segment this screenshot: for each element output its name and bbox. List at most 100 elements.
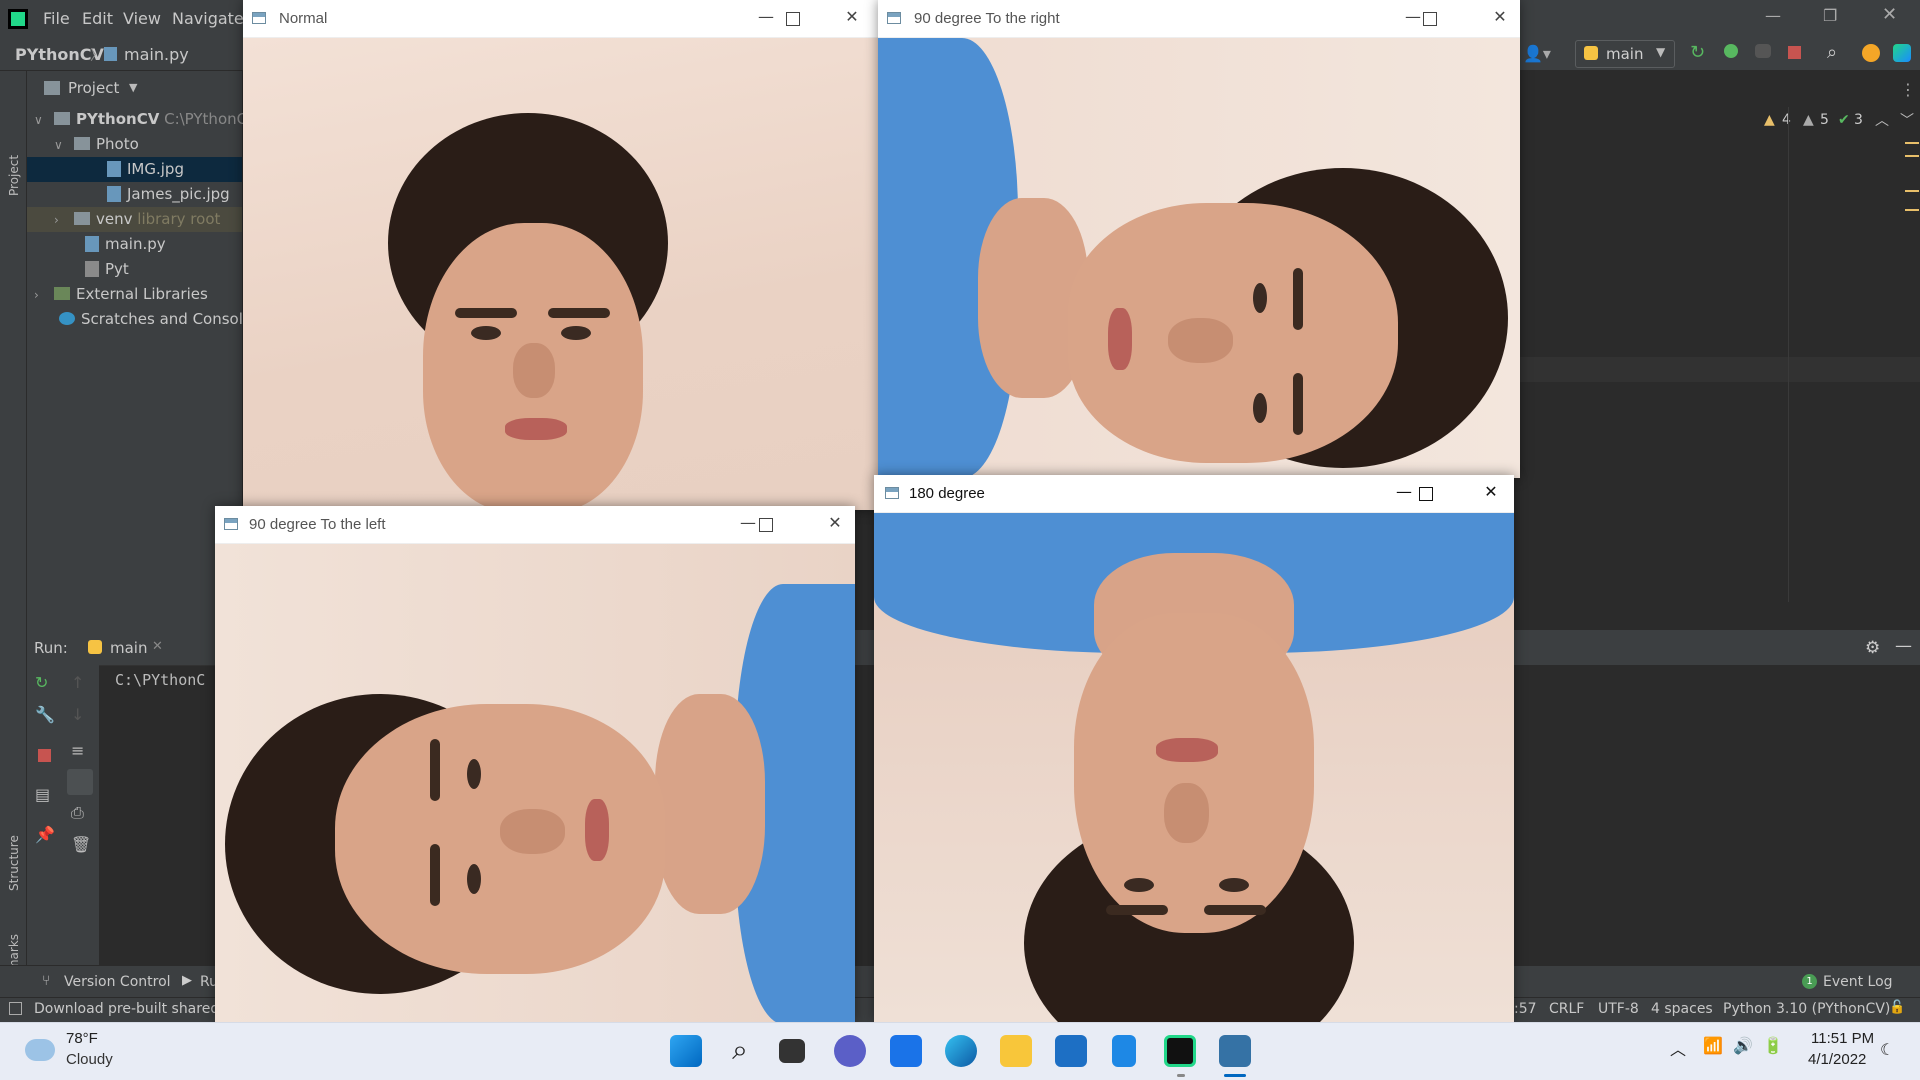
- caret-position[interactable]: :57: [1514, 1001, 1537, 1017]
- ok-count[interactable]: 3: [1854, 112, 1863, 128]
- minimize-button[interactable]: —: [734, 513, 762, 537]
- python-interpreter[interactable]: Python 3.10 (PYthonCV): [1723, 1001, 1890, 1017]
- event-log-tab[interactable]: Event Log: [1823, 974, 1893, 990]
- rerun-icon[interactable]: ↻: [35, 673, 48, 692]
- stop-icon[interactable]: [38, 749, 51, 762]
- wifi-icon[interactable]: 📶: [1703, 1036, 1723, 1056]
- menu-edit[interactable]: Edit: [82, 9, 113, 28]
- arrow-down-icon[interactable]: ↓: [71, 705, 84, 724]
- status-message[interactable]: Download pre-built shared: [34, 1001, 219, 1017]
- tree-item-pyt[interactable]: Pyt: [85, 260, 129, 278]
- structure-tool-tab[interactable]: Structure: [7, 835, 21, 891]
- update-icon[interactable]: [1862, 44, 1880, 62]
- weather-description[interactable]: Cloudy: [66, 1051, 113, 1068]
- clock-date[interactable]: 4/1/2022: [1808, 1051, 1866, 1068]
- gear-icon[interactable]: ⚙: [1865, 638, 1880, 658]
- window-titlebar[interactable]: Normal — ✕: [243, 0, 878, 38]
- window-titlebar[interactable]: 180 degree — ✕: [874, 475, 1514, 513]
- menu-navigate[interactable]: Navigate: [172, 9, 244, 28]
- chevron-up-icon[interactable]: ︿: [1875, 110, 1889, 130]
- window-normal[interactable]: Normal — ✕: [243, 0, 878, 510]
- pin-icon[interactable]: 📌: [35, 825, 55, 844]
- window-rotate-180[interactable]: 180 degree — ✕: [874, 475, 1514, 1022]
- volume-icon[interactable]: 🔊: [1733, 1036, 1753, 1056]
- window-close-button[interactable]: ✕: [1882, 4, 1897, 25]
- tree-item-james-pic[interactable]: James_pic.jpg: [107, 185, 230, 203]
- weather-temperature[interactable]: 78°F: [66, 1030, 98, 1047]
- close-button[interactable]: ✕: [838, 7, 866, 31]
- store-icon[interactable]: [1055, 1035, 1087, 1067]
- soft-wrap-icon[interactable]: ≡: [71, 741, 84, 760]
- run-tab-main[interactable]: main: [110, 639, 147, 657]
- tree-item-photo[interactable]: ∨ Photo: [54, 135, 139, 153]
- tree-item-main-py[interactable]: main.py: [85, 235, 166, 253]
- run-console[interactable]: C:\PYthonC: [99, 665, 219, 965]
- search-icon[interactable]: ⌕: [1827, 42, 1837, 63]
- menu-file[interactable]: File: [43, 9, 70, 28]
- close-button[interactable]: ✕: [1477, 482, 1505, 506]
- close-button[interactable]: ✕: [821, 513, 849, 537]
- file-encoding[interactable]: UTF-8: [1598, 1001, 1639, 1017]
- run-config-selector[interactable]: main ▼: [1575, 40, 1675, 68]
- window-rotate-right[interactable]: 90 degree To the right — ✕: [878, 0, 1520, 478]
- tree-item-img-jpg[interactable]: IMG.jpg: [107, 160, 184, 178]
- tray-overflow-icon[interactable]: ︿: [1670, 1036, 1686, 1060]
- warning-count-b[interactable]: 5: [1820, 112, 1829, 128]
- mail-icon[interactable]: [890, 1035, 922, 1067]
- line-separator[interactable]: CRLF: [1549, 1001, 1584, 1017]
- warning-count-a[interactable]: 4: [1782, 112, 1791, 128]
- lock-icon[interactable]: 🔓: [1889, 1000, 1905, 1015]
- python-window-taskbar-icon[interactable]: [1219, 1035, 1251, 1067]
- maximize-button[interactable]: [1448, 482, 1476, 506]
- debug-icon[interactable]: [1724, 44, 1738, 58]
- close-button[interactable]: ✕: [1486, 7, 1514, 31]
- rerun-icon[interactable]: ↻: [1690, 42, 1705, 63]
- file-explorer-icon[interactable]: [1000, 1035, 1032, 1067]
- user-icon[interactable]: 👤▾: [1523, 44, 1551, 63]
- window-rotate-left[interactable]: 90 degree To the left — ✕: [215, 506, 855, 1022]
- clock-time[interactable]: 11:51 PM: [1811, 1030, 1874, 1047]
- project-panel-header[interactable]: Project: [68, 79, 119, 97]
- indent-setting[interactable]: 4 spaces: [1651, 1001, 1713, 1017]
- maximize-button[interactable]: [792, 513, 820, 537]
- version-control-tab[interactable]: Version Control: [64, 974, 171, 990]
- battery-icon[interactable]: 🔋: [1763, 1036, 1783, 1056]
- wrench-icon[interactable]: 🔧: [35, 705, 55, 724]
- arrow-up-icon[interactable]: ↑: [71, 673, 84, 692]
- editor-area[interactable]: ▲ 4 ▲ 5 ✔ 3 ︿ ﹀: [1520, 107, 1920, 632]
- chat-icon[interactable]: [834, 1035, 866, 1067]
- pycharm-taskbar-icon[interactable]: [1164, 1035, 1196, 1067]
- panel-toggle-icon[interactable]: [9, 1002, 22, 1015]
- print-icon[interactable]: ⎙: [71, 803, 84, 823]
- start-button-icon[interactable]: [670, 1035, 702, 1067]
- notepad-icon[interactable]: [1112, 1035, 1136, 1067]
- tree-item-root[interactable]: ∨ PYthonCV C:\PYthonCV: [34, 110, 257, 128]
- chevron-down-icon[interactable]: ▼: [129, 81, 137, 94]
- tree-item-external-libraries[interactable]: › External Libraries: [34, 285, 208, 303]
- scroll-to-end-icon[interactable]: [67, 769, 93, 795]
- search-icon[interactable]: ⌕: [724, 1035, 756, 1067]
- window-minimize-button[interactable]: —: [1765, 6, 1781, 25]
- more-icon[interactable]: ⋮: [1900, 80, 1916, 99]
- hide-panel-icon[interactable]: —: [1895, 636, 1912, 656]
- tree-item-venv[interactable]: › venv library root: [54, 210, 220, 228]
- coverage-icon[interactable]: [1755, 44, 1771, 58]
- stop-icon[interactable]: [1788, 46, 1801, 59]
- project-tool-tab[interactable]: Project: [7, 155, 21, 196]
- breadcrumb-file[interactable]: main.py: [124, 45, 189, 64]
- edge-browser-icon[interactable]: [945, 1035, 977, 1067]
- window-restore-button[interactable]: ❐: [1823, 6, 1837, 25]
- close-tab-icon[interactable]: ✕: [152, 639, 163, 654]
- layout-icon[interactable]: ▤: [35, 785, 50, 804]
- minimize-button[interactable]: —: [1390, 482, 1418, 506]
- maximize-button[interactable]: [810, 7, 838, 31]
- task-view-icon[interactable]: [779, 1039, 805, 1063]
- trash-icon[interactable]: 🗑: [71, 835, 91, 854]
- minimize-button[interactable]: —: [752, 7, 780, 31]
- maximize-button[interactable]: [1457, 7, 1485, 31]
- menu-view[interactable]: View: [123, 9, 161, 28]
- focus-assist-icon[interactable]: ☾: [1880, 1040, 1894, 1060]
- chevron-down-icon[interactable]: ﹀: [1900, 110, 1914, 130]
- plugin-icon[interactable]: [1893, 44, 1911, 62]
- tree-item-scratches[interactable]: Scratches and Consoles: [59, 310, 260, 328]
